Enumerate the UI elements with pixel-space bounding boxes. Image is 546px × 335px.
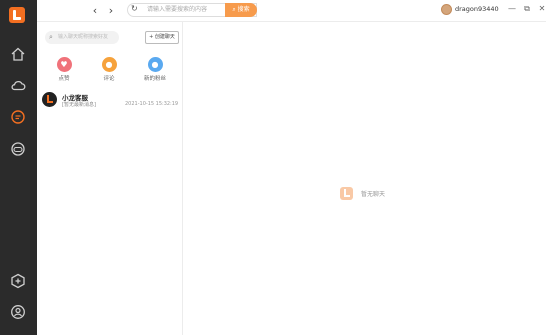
close-button[interactable]: ✕ xyxy=(537,4,546,14)
top-bar: ‹ › 请输入需要搜索的内容 ↻ ⌕ 搜索 dragon93440 — ⧉ ✕ xyxy=(37,0,546,22)
create-chat-button[interactable]: + 创建聊天 xyxy=(145,31,179,44)
chat-preview: [暂无最新消息] xyxy=(62,102,96,108)
chevron-right-icon[interactable]: › xyxy=(104,4,118,18)
friend-search-input[interactable]: 输入聊天昵称搜索好友 xyxy=(45,31,119,44)
cloud-icon[interactable] xyxy=(10,77,26,93)
chat-time: 2021-10-15 15:32:19 xyxy=(125,101,179,107)
comment-icon: ● xyxy=(101,57,117,72)
list-item[interactable]: 小龙客服 [暂无最新消息] 2021-10-15 15:32:19 xyxy=(37,88,182,110)
search-button[interactable]: ⌕ 搜索 xyxy=(225,3,257,17)
search-button-label: 搜索 xyxy=(237,6,250,13)
plus-cube-icon[interactable] xyxy=(10,273,26,289)
app-logo-icon xyxy=(340,187,353,200)
avatar xyxy=(42,92,57,107)
maximize-button[interactable]: ⧉ xyxy=(522,4,532,14)
heart-icon: ♥ xyxy=(56,57,72,72)
conversation-area: 暂无聊天 xyxy=(183,22,546,335)
home-icon[interactable] xyxy=(10,46,26,62)
sidebar xyxy=(0,0,37,335)
quick-comments-label: 评论 xyxy=(103,76,115,82)
user-icon[interactable] xyxy=(10,304,26,320)
chat-icon[interactable] xyxy=(10,109,26,125)
empty-state-text: 暂无聊天 xyxy=(361,191,386,198)
chat-list-panel: 输入聊天昵称搜索好友 ⌕ + 创建聊天 ♥ 点赞 ● 评论 ● 新的粉丝 小龙客… xyxy=(37,22,183,335)
fans-icon: ● xyxy=(147,57,163,72)
refresh-icon[interactable]: ↻ xyxy=(131,4,141,14)
username[interactable]: dragon93440 xyxy=(455,5,499,13)
quick-likes[interactable]: ♥ 点赞 xyxy=(44,57,84,82)
quick-comments[interactable]: ● 评论 xyxy=(89,57,129,82)
app-logo-icon xyxy=(9,7,25,23)
quick-new-fans-label: 新的粉丝 xyxy=(143,76,166,82)
avatar[interactable] xyxy=(441,4,452,15)
chevron-left-icon[interactable]: ‹ xyxy=(88,4,102,18)
game-icon[interactable] xyxy=(10,141,26,157)
quick-likes-label: 点赞 xyxy=(58,76,70,82)
search-icon: ⌕ xyxy=(232,6,236,13)
quick-new-fans[interactable]: ● 新的粉丝 xyxy=(135,57,175,82)
minimize-button[interactable]: — xyxy=(507,4,517,14)
search-icon: ⌕ xyxy=(49,33,53,41)
